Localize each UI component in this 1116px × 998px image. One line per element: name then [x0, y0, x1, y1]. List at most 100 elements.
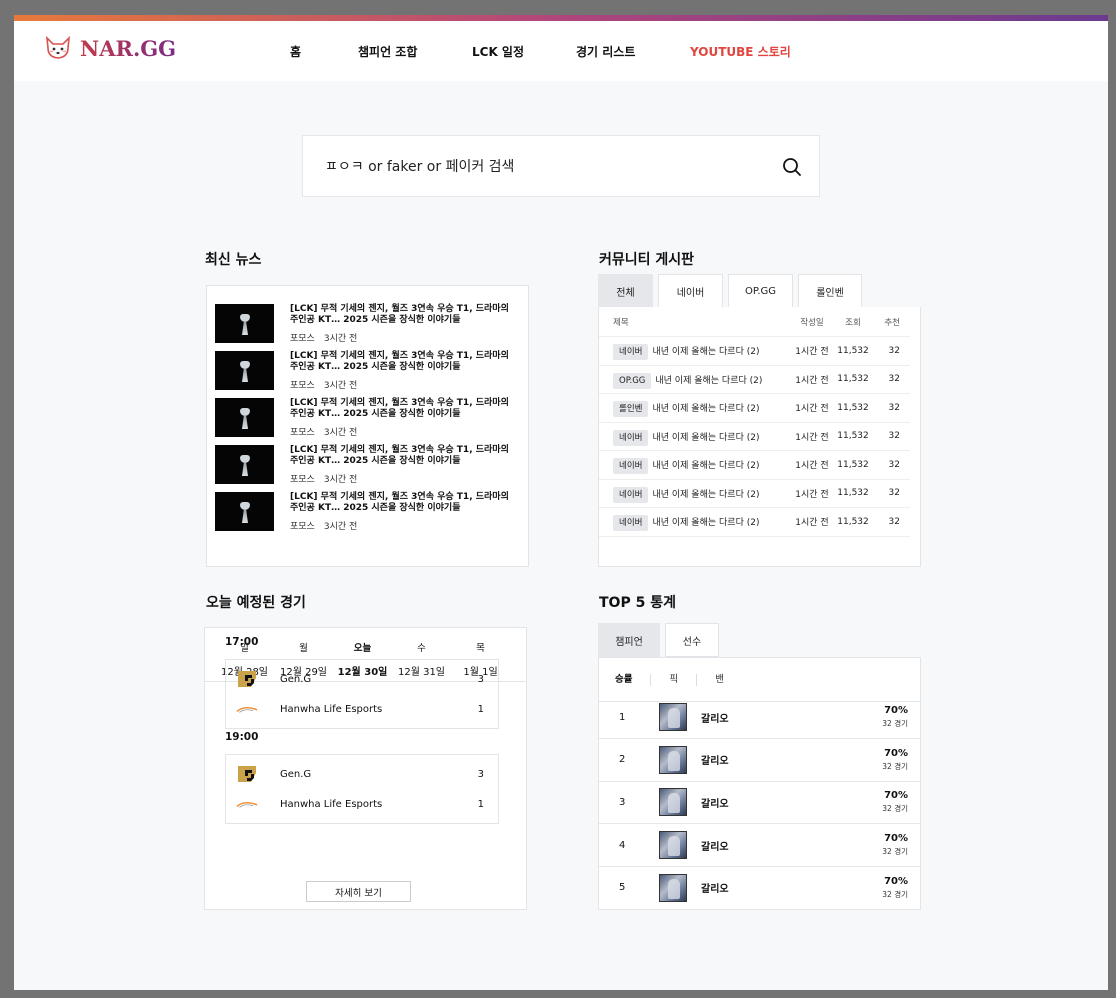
news-title[interactable]: [LCK] 무적 기세의 젠지, 월즈 3연속 우승 T1, 드라마의 주인공 … [290, 398, 515, 420]
nav-home[interactable]: 홈 [290, 43, 301, 60]
games-count: 32 경기 [882, 719, 908, 728]
top5-section-title: TOP 5 통계 [599, 595, 676, 611]
news-meta: 포모스 3시간 전 [290, 472, 515, 485]
news-title[interactable]: [LCK] 무적 기세의 젠지, 월즈 3연속 우승 T1, 드라마의 주인공 … [290, 492, 515, 514]
news-source: 포모스 [290, 475, 315, 485]
news-thumbnail [215, 492, 274, 531]
post-title[interactable]: 내년 이제 올해는 다르다 (2) [652, 433, 759, 443]
schedule-panel: 일 12월 28일 월 12월 29일 오늘 12월 30일 수 12월 31일 목 1월 1일 … [204, 627, 527, 910]
rank-row[interactable]: 2 갈리오 70% 32 경기 [599, 739, 920, 782]
news-meta: 포모스 3시간 전 [290, 378, 515, 391]
post-title-cell: 네이버 내년 이제 올해는 다르다 (2) [613, 515, 792, 532]
win-rate-percent: 70% [884, 875, 908, 887]
tab-naver[interactable]: 네이버 [658, 274, 723, 308]
more-button[interactable]: 자세히 보기 [306, 881, 411, 902]
community-tabs: 전체 네이버 OP.GG 롤인벤 [598, 274, 867, 308]
news-item[interactable]: [LCK] 무적 기세의 젠지, 월즈 3연속 우승 T1, 드라마의 주인공 … [215, 351, 528, 398]
champion-portrait [659, 873, 687, 902]
news-thumbnail [215, 351, 274, 390]
community-row[interactable]: 네이버 내년 이제 올해는 다르다 (2) 1시간 전 11,532 32 [599, 480, 910, 508]
post-title[interactable]: 내년 이제 올해는 다르다 (2) [652, 518, 759, 528]
news-title[interactable]: [LCK] 무적 기세의 젠지, 월즈 3연속 우승 T1, 드라마의 주인공 … [290, 304, 515, 326]
match-card[interactable]: Gen.G 3 Hanwha Life Esports 1 [225, 659, 499, 729]
post-views: 11,532 [837, 516, 869, 527]
team-name: Gen.G [280, 768, 312, 780]
tab-player[interactable]: 선수 [665, 623, 719, 657]
nav-lck-schedule[interactable]: LCK 일정 [472, 43, 524, 60]
post-title[interactable]: 내년 이제 올해는 다르다 (2) [652, 490, 759, 500]
post-likes: 32 [888, 516, 900, 527]
news-panel: [LCK] 무적 기세의 젠지, 월즈 3연속 우승 T1, 드라마의 주인공 … [206, 285, 529, 567]
rank-row[interactable]: 4 갈리오 70% 32 경기 [599, 824, 920, 868]
community-row[interactable]: 네이버 내년 이제 올해는 다르다 (2) 1시간 전 11,532 32 [599, 451, 910, 480]
tab-opgg[interactable]: OP.GG [728, 274, 793, 308]
champion-portrait [659, 745, 687, 774]
search-icon[interactable] [781, 156, 803, 178]
community-row[interactable]: 롤인벤 내년 이제 올해는 다르다 (2) 1시간 전 11,532 32 [599, 394, 910, 423]
source-badge: 롤인벤 [613, 401, 649, 418]
tab-all[interactable]: 전체 [598, 274, 653, 308]
rank-row[interactable]: 3 갈리오 70% 32 경기 [599, 781, 920, 825]
nav-champion-combo[interactable]: 챔피언 조합 [358, 43, 417, 60]
news-body: [LCK] 무적 기세의 젠지, 월즈 3연속 우승 T1, 드라마의 주인공 … [290, 492, 515, 539]
news-thumbnail [215, 398, 274, 437]
post-date: 1시간 전 [795, 375, 829, 386]
col-title-header: 제목 [613, 317, 629, 328]
news-time: 3시간 전 [323, 381, 358, 391]
news-list: [LCK] 무적 기세의 젠지, 월즈 3연속 우승 T1, 드라마의 주인공 … [207, 286, 528, 539]
post-date: 1시간 전 [795, 518, 829, 529]
col-date-header: 작성일 [800, 317, 824, 328]
champion-name: 갈리오 [701, 756, 729, 768]
match-card[interactable]: Gen.G 3 Hanwha Life Esports 1 [225, 754, 499, 824]
post-date: 1시간 전 [795, 489, 829, 500]
news-source: 포모스 [290, 428, 315, 438]
post-likes: 32 [888, 488, 900, 499]
post-title[interactable]: 내년 이제 올해는 다르다 (2) [655, 376, 762, 386]
post-likes: 32 [888, 459, 900, 470]
community-row[interactable]: 네이버 내년 이제 올해는 다르다 (2) 1시간 전 11,532 32 [599, 508, 910, 537]
community-row[interactable]: OP.GG 내년 이제 올해는 다르다 (2) 1시간 전 11,532 32 [599, 366, 910, 394]
rank-number: 5 [619, 882, 626, 894]
rank-row[interactable]: 1 갈리오 70% 32 경기 [599, 696, 920, 739]
stat-tab-pick[interactable]: 픽 [669, 673, 698, 686]
community-row[interactable]: 네이버 내년 이제 올해는 다르다 (2) 1시간 전 11,532 32 [599, 423, 910, 451]
champion-name: 갈리오 [701, 798, 729, 810]
win-rate-percent: 70% [884, 833, 908, 845]
post-title-cell: 네이버 내년 이제 올해는 다르다 (2) [613, 429, 792, 446]
stat-tab-winrate[interactable]: 승률 [615, 673, 652, 686]
news-item[interactable]: [LCK] 무적 기세의 젠지, 월즈 3연속 우승 T1, 드라마의 주인공 … [215, 492, 528, 539]
search-input[interactable]: ㅍㅇㅋ or faker or 페이커 검색 [325, 156, 514, 176]
post-title[interactable]: 내년 이제 올해는 다르다 (2) [652, 461, 759, 471]
page-frame: NAR.GG 홈 챔피언 조합 LCK 일정 경기 리스트 YOUTUBE 스토… [14, 15, 1108, 990]
post-title[interactable]: 내년 이제 올해는 다르다 (2) [652, 347, 759, 357]
tab-champion[interactable]: 챔피언 [598, 623, 660, 657]
post-title[interactable]: 내년 이제 올해는 다르다 (2) [652, 404, 759, 414]
champion-name: 갈리오 [701, 713, 729, 725]
day-name: 목 [476, 643, 485, 654]
news-item[interactable]: [LCK] 무적 기세의 젠지, 월즈 3연속 우승 T1, 드라마의 주인공 … [215, 304, 528, 351]
post-title-cell: OP.GG 내년 이제 올해는 다르다 (2) [613, 372, 792, 389]
schedule-section-title: 오늘 예정된 경기 [206, 595, 306, 611]
rank-row[interactable]: 5 갈리오 70% 32 경기 [599, 867, 920, 910]
news-body: [LCK] 무적 기세의 젠지, 월즈 3연속 우승 T1, 드라마의 주인공 … [290, 304, 515, 351]
news-title[interactable]: [LCK] 무적 기세의 젠지, 월즈 3연속 우승 T1, 드라마의 주인공 … [290, 351, 515, 373]
news-title[interactable]: [LCK] 무적 기세의 젠지, 월즈 3연속 우승 T1, 드라마의 주인공 … [290, 445, 515, 467]
team-score: 1 [477, 703, 484, 715]
search-box[interactable]: ㅍㅇㅋ or faker or 페이커 검색 [302, 135, 820, 197]
community-row[interactable]: 네이버 내년 이제 올해는 다르다 (2) 1시간 전 11,532 32 [599, 337, 910, 366]
hle-logo-icon [236, 699, 258, 719]
stat-tab-ban[interactable]: 밴 [715, 674, 742, 686]
win-rate-percent: 70% [884, 747, 908, 759]
tab-inven[interactable]: 롤인벤 [798, 274, 862, 308]
win-rate: 70% 32 경기 [882, 790, 908, 814]
source-badge: 네이버 [613, 486, 649, 503]
news-item[interactable]: [LCK] 무적 기세의 젠지, 월즈 3연속 우승 T1, 드라마의 주인공 … [215, 445, 528, 492]
post-title-cell: 네이버 내년 이제 올해는 다르다 (2) [613, 458, 792, 475]
news-item[interactable]: [LCK] 무적 기세의 젠지, 월즈 3연속 우승 T1, 드라마의 주인공 … [215, 398, 528, 445]
top5-tabs: 챔피언 선수 [598, 623, 724, 657]
nav-match-list[interactable]: 경기 리스트 [576, 43, 635, 60]
post-views: 11,532 [837, 488, 869, 499]
nav-youtube-story[interactable]: YOUTUBE 스토리 [690, 43, 791, 60]
logo[interactable]: NAR.GG [44, 35, 176, 61]
champion-name: 갈리오 [701, 841, 729, 853]
